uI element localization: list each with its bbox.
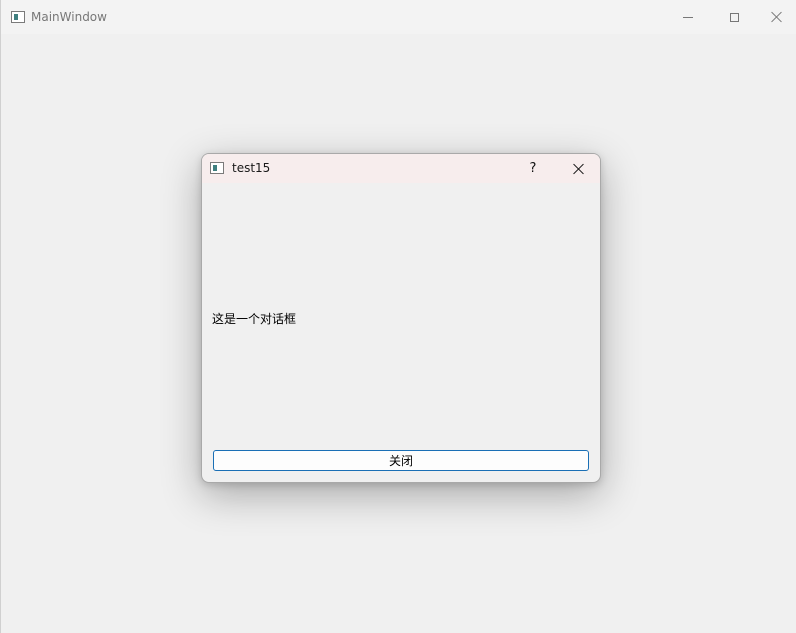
maximize-icon — [729, 12, 739, 22]
main-titlebar[interactable]: MainWindow — [1, 0, 796, 34]
app-icon — [11, 11, 25, 23]
dialog-titlebar[interactable]: test15 ? — [202, 154, 600, 183]
app-icon — [210, 162, 224, 174]
dialog-title: test15 — [232, 161, 271, 175]
close-icon — [771, 11, 783, 23]
window-title: MainWindow — [31, 10, 107, 24]
close-dialog-button[interactable]: 关闭 — [213, 450, 589, 471]
minimize-icon — [683, 16, 693, 18]
dialog-message: 这是一个对话框 — [212, 312, 297, 326]
dialog-window: test15 ? 这是一个对话框 关闭 — [201, 153, 601, 483]
maximize-button[interactable] — [711, 0, 757, 34]
close-button[interactable] — [757, 0, 796, 34]
minimize-button[interactable] — [665, 0, 711, 34]
help-button[interactable]: ? — [516, 154, 550, 183]
dialog-close-button[interactable] — [558, 154, 600, 183]
close-icon — [573, 163, 585, 175]
